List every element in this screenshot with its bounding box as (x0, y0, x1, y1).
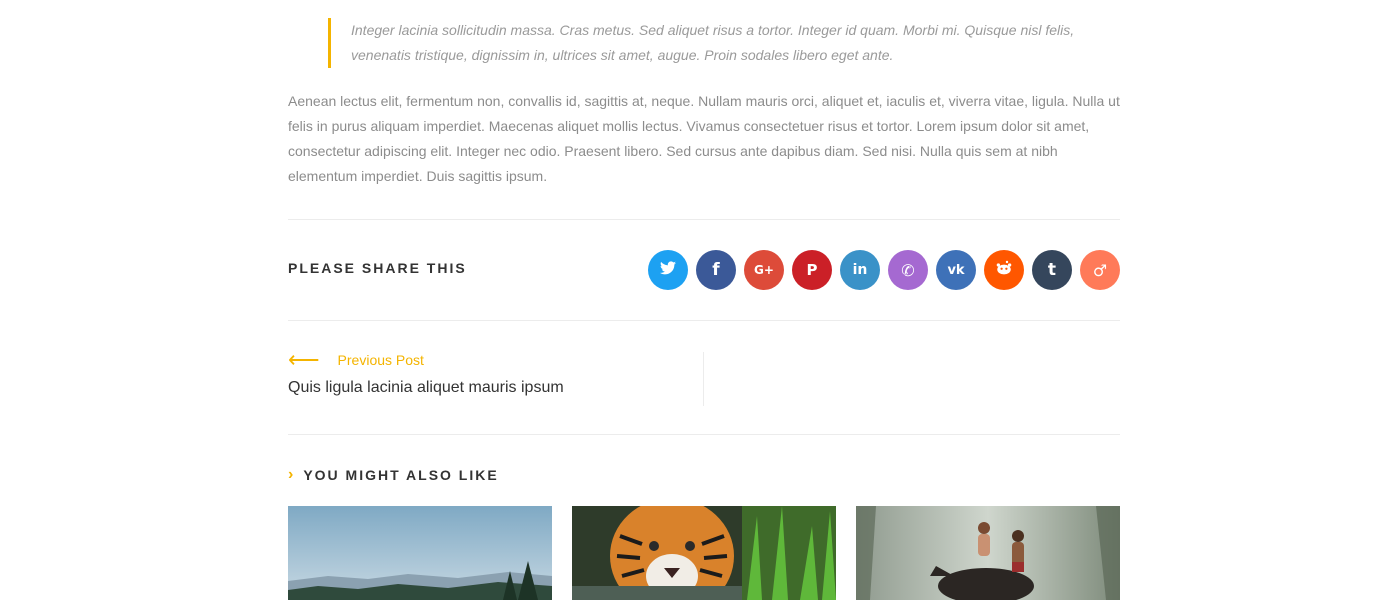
reddit-share-button[interactable] (984, 250, 1024, 290)
related-post-thumbnail[interactable] (572, 506, 836, 600)
blockquote: Integer lacinia sollicitudin massa. Cras… (328, 18, 1111, 68)
twitter-icon (660, 261, 676, 279)
mix-share-button[interactable]: ♂ (1080, 250, 1120, 290)
reddit-icon (995, 260, 1013, 280)
arrow-left-icon: ⟵ (288, 347, 320, 372)
twitter-share-button[interactable] (648, 250, 688, 290)
pinterest-icon: P (806, 261, 818, 279)
share-title: PLEASE SHARE THIS (288, 260, 467, 276)
previous-post-label: Previous Post (337, 352, 424, 368)
divider (288, 320, 1120, 321)
vk-icon: vk (947, 262, 965, 278)
nav-divider (703, 352, 704, 406)
linkedin-share-button[interactable]: in (840, 250, 880, 290)
previous-post-link[interactable]: ⟵ Previous Post (288, 347, 424, 372)
mix-icon: ♂ (1092, 260, 1108, 280)
previous-post-title[interactable]: Quis ligula lacinia aliquet mauris ipsum (288, 379, 564, 397)
google-plus-share-button[interactable]: G+ (744, 250, 784, 290)
divider (288, 219, 1120, 220)
chevron-right-icon: › (288, 466, 296, 483)
facebook-share-button[interactable]: f (696, 250, 736, 290)
facebook-icon: f (712, 260, 720, 280)
google-plus-icon: G+ (754, 263, 774, 277)
body-paragraph: Aenean lectus elit, fermentum non, conva… (288, 93, 1120, 184)
pinterest-share-button[interactable]: P (792, 250, 832, 290)
vk-share-button[interactable]: vk (936, 250, 976, 290)
share-buttons: f G+ P in ✆ vk t ♂ (648, 250, 1120, 290)
linkedin-icon: in (852, 262, 868, 278)
related-post-thumbnail[interactable] (856, 506, 1120, 600)
related-posts-title: YOU MIGHT ALSO LIKE (303, 467, 499, 483)
viber-icon: ✆ (901, 260, 915, 280)
related-post-thumbnail[interactable] (288, 506, 552, 600)
viber-share-button[interactable]: ✆ (888, 250, 928, 290)
tumblr-share-button[interactable]: t (1032, 250, 1072, 290)
divider (288, 434, 1120, 435)
tumblr-icon: t (1047, 260, 1057, 280)
related-posts-heading: › YOU MIGHT ALSO LIKE (288, 466, 499, 484)
